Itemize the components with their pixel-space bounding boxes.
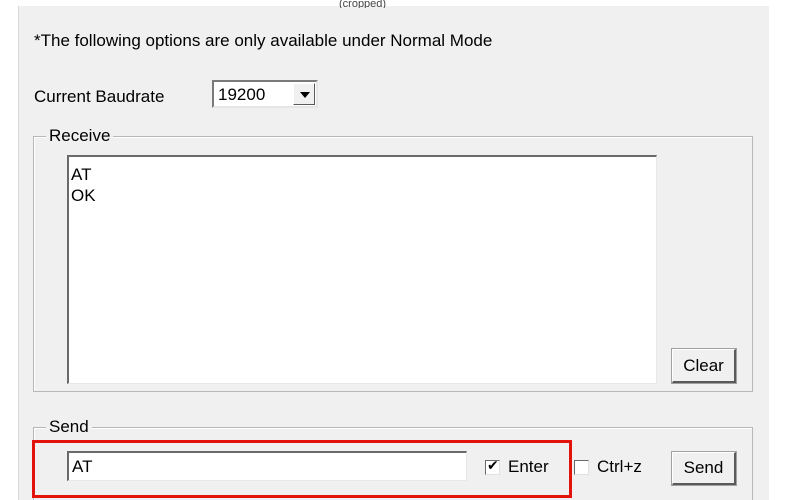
baudrate-value: 19200 — [218, 85, 266, 104]
baudrate-label: Current Baudrate — [34, 87, 165, 106]
enter-label: Enter — [508, 457, 549, 476]
receive-textarea[interactable]: AT OK — [67, 155, 657, 384]
baudrate-dropdown[interactable]: 19200 — [212, 80, 318, 108]
send-input[interactable] — [67, 451, 467, 481]
checkmark-icon: ✔ — [487, 458, 499, 474]
ctrl-z-checkbox[interactable] — [574, 460, 589, 475]
ctrl-z-label: Ctrl+z — [597, 457, 642, 476]
send-group-label: Send — [46, 417, 92, 437]
chevron-down-icon[interactable] — [293, 83, 315, 105]
normal-mode-note: *The following options are only availabl… — [34, 31, 493, 50]
cut-off-top-text: (cropped) — [339, 0, 387, 8]
clear-button[interactable]: Clear — [672, 349, 736, 383]
send-button[interactable]: Send — [672, 452, 736, 485]
receive-group-label: Receive — [46, 126, 114, 146]
enter-checkbox[interactable]: ✔ — [485, 458, 500, 475]
